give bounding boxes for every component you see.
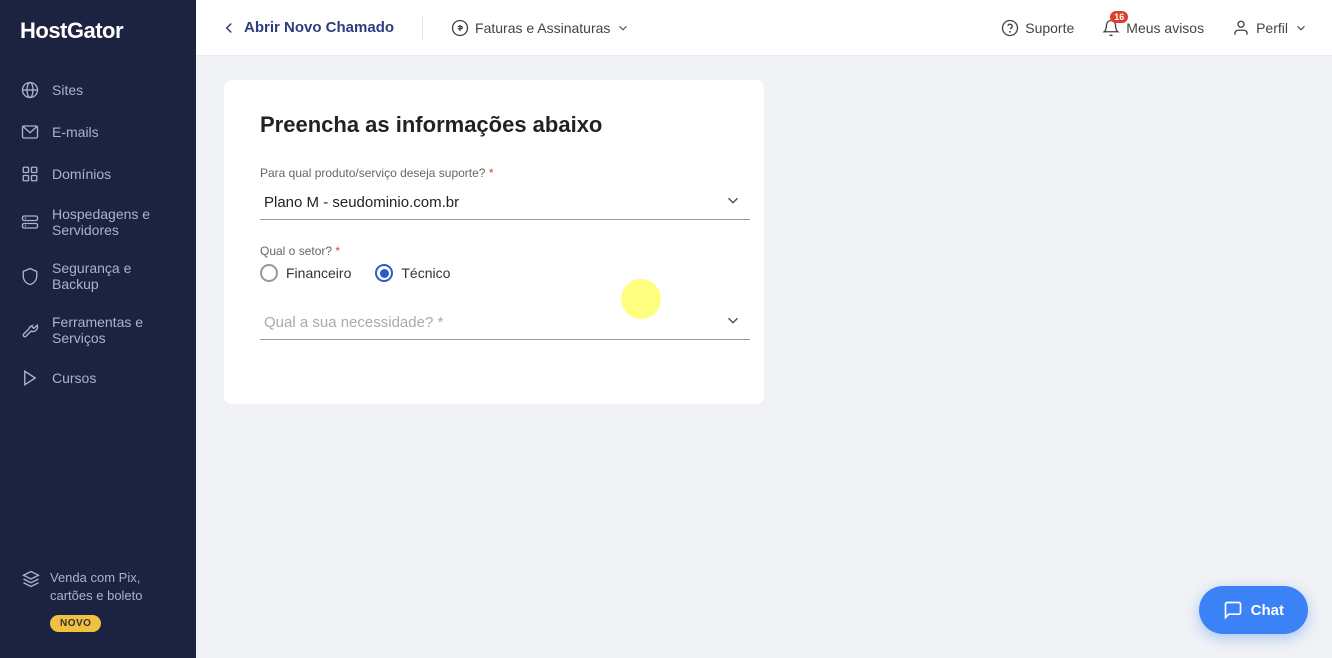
notifications-button[interactable]: 16 Meus avisos: [1102, 19, 1204, 37]
necessity-group: Qual a sua necessidade? *: [260, 306, 728, 340]
globe-icon: [20, 80, 40, 100]
product-select-wrapper[interactable]: Plano M - seudominio.com.br: [260, 186, 750, 220]
topnav-divider: [422, 16, 423, 40]
play-icon: [20, 368, 40, 388]
radio-financeiro-label: Financeiro: [286, 265, 351, 281]
pix-icon: [22, 569, 40, 589]
product-label: Para qual produto/serviço deseja suporte…: [260, 166, 728, 180]
product-group: Para qual produto/serviço deseja suporte…: [260, 166, 728, 220]
faturas-label: Faturas e Assinaturas: [475, 20, 610, 36]
radio-tecnico-label: Técnico: [401, 265, 450, 281]
mail-icon: [20, 122, 40, 142]
arrow-left-icon: [220, 19, 238, 37]
sidebar-item-label: Hospedagens e Servidores: [52, 206, 176, 238]
radio-financeiro[interactable]: Financeiro: [260, 264, 351, 282]
sidebar-item-emails[interactable]: E-mails: [8, 112, 188, 152]
chat-icon: [1223, 600, 1243, 620]
content-area: Preencha as informações abaixo Para qual…: [196, 56, 1332, 658]
profile-menu[interactable]: Perfil: [1232, 19, 1308, 37]
form-title: Preencha as informações abaixo: [260, 112, 728, 138]
faturas-menu[interactable]: Faturas e Assinaturas: [451, 19, 630, 37]
sidebar-item-label: Ferramentas e Serviços: [52, 314, 176, 346]
sidebar-item-seguranca[interactable]: Segurança e Backup: [8, 250, 188, 302]
promo-title: Venda com Pix, cartões e boleto: [50, 569, 174, 605]
support-button[interactable]: Suporte: [1001, 19, 1074, 37]
shield-icon: [20, 266, 40, 286]
sidebar-item-label: Sites: [52, 82, 83, 98]
support-label: Suporte: [1025, 20, 1074, 36]
radio-tecnico-control[interactable]: [375, 264, 393, 282]
profile-label: Perfil: [1256, 20, 1288, 36]
notifications-label: Meus avisos: [1126, 20, 1204, 36]
radio-financeiro-control[interactable]: [260, 264, 278, 282]
server-icon: [20, 212, 40, 232]
sidebar-item-hospedagens[interactable]: Hospedagens e Servidores: [8, 196, 188, 248]
necessity-placeholder[interactable]: Qual a sua necessidade? *: [260, 306, 750, 339]
topnav: Abrir Novo Chamado Faturas e Assinaturas…: [196, 0, 1332, 56]
dollar-icon: [451, 19, 469, 37]
sidebar-item-ferramentas[interactable]: Ferramentas e Serviços: [8, 304, 188, 356]
back-button[interactable]: Abrir Novo Chamado: [220, 19, 394, 37]
grid-icon: [20, 164, 40, 184]
sidebar-item-label: Domínios: [52, 166, 111, 182]
sidebar-item-dominios[interactable]: Domínios: [8, 154, 188, 194]
sector-label: Qual o setor? *: [260, 244, 728, 258]
sidebar: HostGator Sites E-mails Domínios Hosped: [0, 0, 196, 658]
main-area: Abrir Novo Chamado Faturas e Assinaturas…: [196, 0, 1332, 658]
chat-button[interactable]: Chat: [1199, 586, 1308, 634]
logo: HostGator: [0, 0, 196, 62]
sidebar-item-label: E-mails: [52, 124, 99, 140]
product-select[interactable]: Plano M - seudominio.com.br: [260, 186, 750, 220]
user-icon: [1232, 19, 1250, 37]
novo-badge: NOVO: [50, 615, 101, 632]
necessity-chevron-icon: [724, 311, 742, 334]
radio-tecnico[interactable]: Técnico: [375, 264, 450, 282]
form-card: Preencha as informações abaixo Para qual…: [224, 80, 764, 404]
sidebar-nav: Sites E-mails Domínios Hospedagens e Ser…: [0, 70, 196, 547]
tool-icon: [20, 320, 40, 340]
sector-group: Qual o setor? * Financeiro Técnico: [260, 244, 728, 282]
chat-label: Chat: [1251, 602, 1284, 619]
help-icon: [1001, 19, 1019, 37]
sidebar-promo[interactable]: Venda com Pix, cartões e boleto NOVO: [10, 559, 186, 642]
sidebar-item-sites[interactable]: Sites: [8, 70, 188, 110]
chevron-down-icon: [616, 21, 630, 35]
sidebar-item-cursos[interactable]: Cursos: [8, 358, 188, 398]
back-label: Abrir Novo Chamado: [244, 19, 394, 36]
notification-badge: 16: [1110, 11, 1128, 23]
profile-chevron-icon: [1294, 21, 1308, 35]
sidebar-item-label: Segurança e Backup: [52, 260, 176, 292]
necessity-select-wrapper[interactable]: Qual a sua necessidade? *: [260, 306, 750, 340]
sector-radio-group: Financeiro Técnico: [260, 264, 728, 282]
sidebar-item-label: Cursos: [52, 370, 96, 386]
